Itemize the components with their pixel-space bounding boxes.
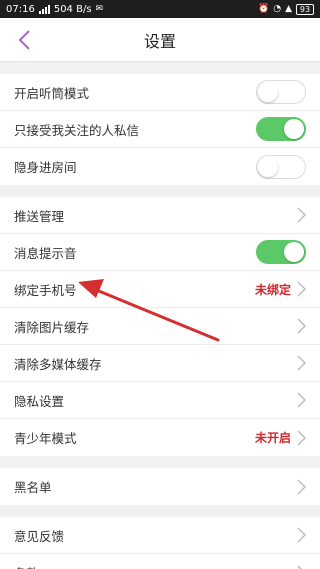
chevron-right-icon <box>297 355 306 371</box>
settings-row[interactable]: 绑定手机号 未绑定 <box>0 271 320 308</box>
back-button[interactable] <box>8 24 40 56</box>
settings-row[interactable]: 隐私设置 <box>0 382 320 419</box>
settings-row[interactable]: 条款 <box>0 554 320 569</box>
settings-row[interactable]: 意见反馈 <box>0 517 320 554</box>
toggle-switch[interactable] <box>256 80 306 104</box>
settings-row-label: 清除多媒体缓存 <box>14 356 102 372</box>
toggle-switch[interactable] <box>256 154 306 179</box>
chevron-right-icon <box>297 207 306 223</box>
settings-row: 隐身进房间 <box>0 148 320 185</box>
settings-list: 开启听筒模式只接受我关注的人私信 隐身进房间推送管理消息提示音绑定手机号 未绑定清除… <box>0 74 320 569</box>
toggle-knob <box>284 242 304 262</box>
settings-row-label: 青少年模式 <box>14 431 77 446</box>
settings-row-label: 条款 <box>14 563 39 569</box>
settings-group: 黑名单 <box>0 468 320 505</box>
settings-row[interactable]: 清除图片缓存 <box>0 308 320 345</box>
cellular-icon: ▲ <box>285 4 292 14</box>
settings-row-label: 绑定手机号 <box>14 282 77 298</box>
toggle-knob <box>258 82 278 102</box>
toggle-knob <box>258 156 278 177</box>
chevron-right-icon <box>297 318 306 334</box>
chevron-right-icon <box>297 429 306 446</box>
settings-row-label: 只接受我关注的人私信 <box>14 122 140 138</box>
network-speed: 504 B/s <box>53 3 92 15</box>
settings-row[interactable]: 推送管理 <box>0 197 320 234</box>
signal-icon <box>38 4 50 14</box>
settings-row-value: 未绑定 <box>254 282 291 297</box>
settings-row-label: 推送管理 <box>14 208 65 224</box>
settings-row[interactable]: 黑名单 <box>0 468 320 505</box>
settings-row-label: 隐身进房间 <box>14 160 77 175</box>
settings-row-label: 清除图片缓存 <box>14 319 90 335</box>
chevron-right-icon <box>297 564 306 569</box>
battery-icon: 93 <box>296 3 314 15</box>
page-title: 设置 <box>143 31 176 51</box>
settings-group: 意见反馈条款 <box>0 517 320 569</box>
alarm-icon: ⏰ <box>258 4 270 14</box>
chevron-right-icon <box>297 527 306 543</box>
settings-group: 推送管理消息提示音绑定手机号 未绑定清除图片缓存 清除多媒体缓存 隐私设置青少年模式 未… <box>0 197 320 456</box>
wifi-icon: ◔ <box>273 4 282 14</box>
settings-row[interactable]: 清除多媒体缓存 <box>0 345 320 382</box>
chevron-right-icon <box>297 281 306 297</box>
header: 设置 <box>0 18 320 62</box>
chevron-left-icon <box>18 30 30 50</box>
settings-row: 消息提示音 <box>0 234 320 271</box>
status-bar: 07:16 504 B/s ✉ ⏰ ◔ ▲ 93 <box>0 0 320 18</box>
settings-row-value: 未开启 <box>254 431 291 445</box>
settings-row-label: 意见反馈 <box>14 528 65 544</box>
toggle-knob <box>284 119 304 139</box>
settings-group: 开启听筒模式只接受我关注的人私信 隐身进房间 <box>0 74 320 185</box>
toggle-switch[interactable] <box>256 240 306 264</box>
settings-row[interactable]: 青少年模式 未开启 <box>0 419 320 456</box>
chevron-right-icon <box>297 478 306 495</box>
toggle-switch[interactable] <box>256 117 306 141</box>
notification-icon: ✉ <box>95 4 104 14</box>
settings-row-label: 隐私设置 <box>14 393 65 409</box>
settings-row: 开启听筒模式 <box>0 74 320 111</box>
settings-row: 只接受我关注的人私信 <box>0 111 320 148</box>
chevron-right-icon <box>297 392 306 408</box>
status-time: 07:16 <box>6 3 35 15</box>
settings-row-label: 黑名单 <box>14 480 52 495</box>
settings-row-label: 消息提示音 <box>14 245 77 261</box>
settings-row-label: 开启听筒模式 <box>14 85 90 101</box>
